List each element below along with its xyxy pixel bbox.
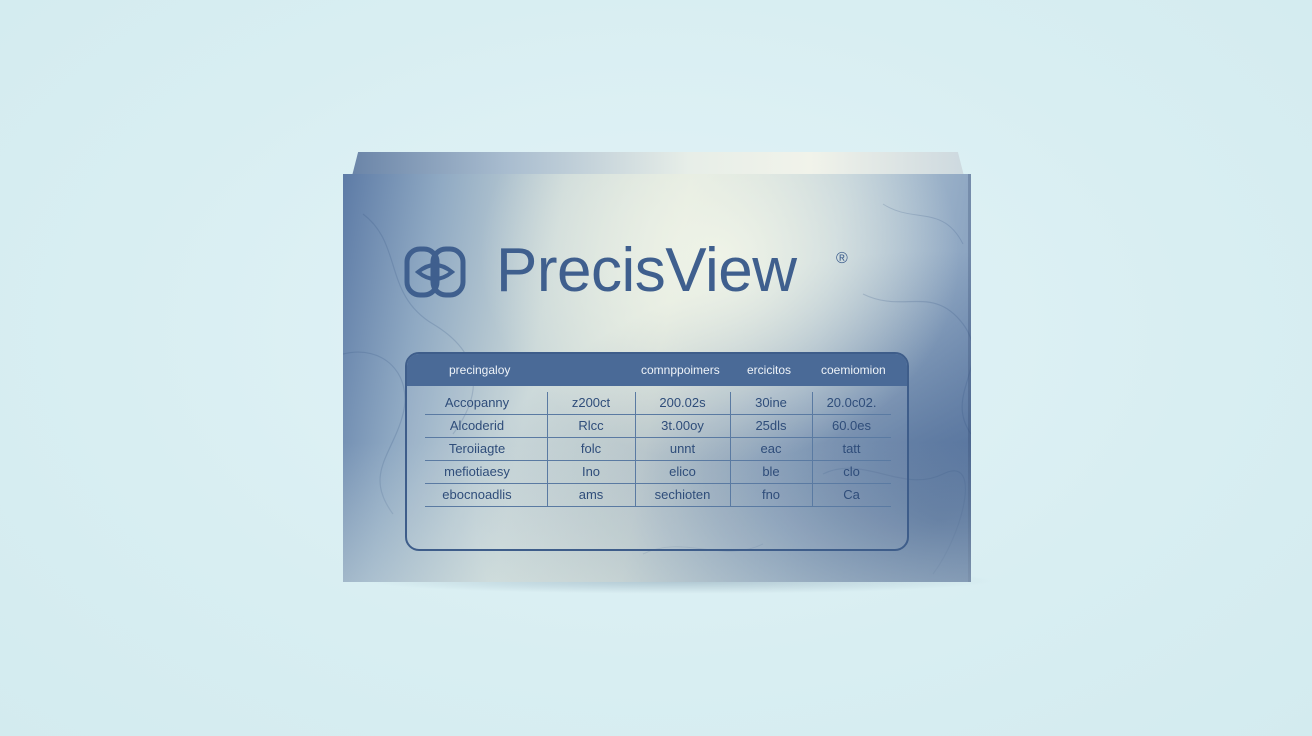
table-cell: fno: [761, 487, 781, 502]
table-row: mefiotiaesy Ino elico ble clo: [425, 461, 891, 484]
table-cell: sechioten: [654, 487, 711, 502]
table-cell: Ca: [843, 487, 860, 502]
table-row: Accopanny z200ct 200.02s 30ine 20.0c02.: [425, 392, 891, 415]
table-row: Teroiiagte folc unnt eac tatt: [425, 438, 891, 461]
table-cell: Teroiiagte: [448, 441, 506, 456]
table-cell: ble: [762, 464, 780, 479]
table-cell: 200.02s: [659, 395, 706, 410]
table-cell: unnt: [669, 441, 696, 456]
registered-mark: ®: [836, 250, 848, 267]
table-cell: 20.0c02.: [826, 395, 877, 410]
table-cell: Accopanny: [444, 395, 510, 410]
spec-table-header: precingaloy comnppoimers ercicitos coemi…: [407, 354, 907, 386]
brand-name: PrecisView: [496, 236, 797, 305]
table-cell: folc: [580, 441, 602, 456]
table-cell: mefiotiaesy: [444, 464, 510, 479]
table-cell: ams: [578, 487, 604, 502]
table-cell: Alcoderid: [449, 418, 505, 433]
table-cell: eac: [760, 441, 782, 456]
interlocking-rings-logo-icon: [404, 246, 466, 298]
table-cell: 3t.00oy: [661, 418, 704, 433]
table-cell: Ino: [581, 464, 601, 479]
table-cell: tatt: [842, 441, 861, 456]
spec-table-panel: precingaloy comnppoimers ercicitos coemi…: [405, 352, 909, 551]
header-cell: comnppoimers: [641, 363, 720, 377]
table-cell: z200ct: [571, 395, 611, 410]
table-cell: ebocnoadlis: [442, 487, 512, 502]
header-cell: coemiomion: [821, 363, 886, 377]
table-cell: 30ine: [755, 395, 787, 410]
box-top-lid: [352, 152, 964, 176]
header-cell: ercicitos: [747, 363, 792, 377]
table-cell: Rlcc: [578, 418, 604, 433]
header-cell: precingaloy: [449, 363, 511, 377]
table-cell: 25dls: [755, 418, 787, 433]
table-cell: clo: [843, 464, 860, 479]
table-cell: elico: [669, 464, 696, 479]
spec-table-body: Accopanny z200ct 200.02s 30ine 20.0c02. …: [425, 392, 891, 507]
table-row: Alcoderid Rlcc 3t.00oy 25dls 60.0es: [425, 415, 891, 438]
table-cell: 60.0es: [831, 418, 872, 433]
table-row: ebocnoadlis ams sechioten fno Ca: [425, 484, 891, 507]
